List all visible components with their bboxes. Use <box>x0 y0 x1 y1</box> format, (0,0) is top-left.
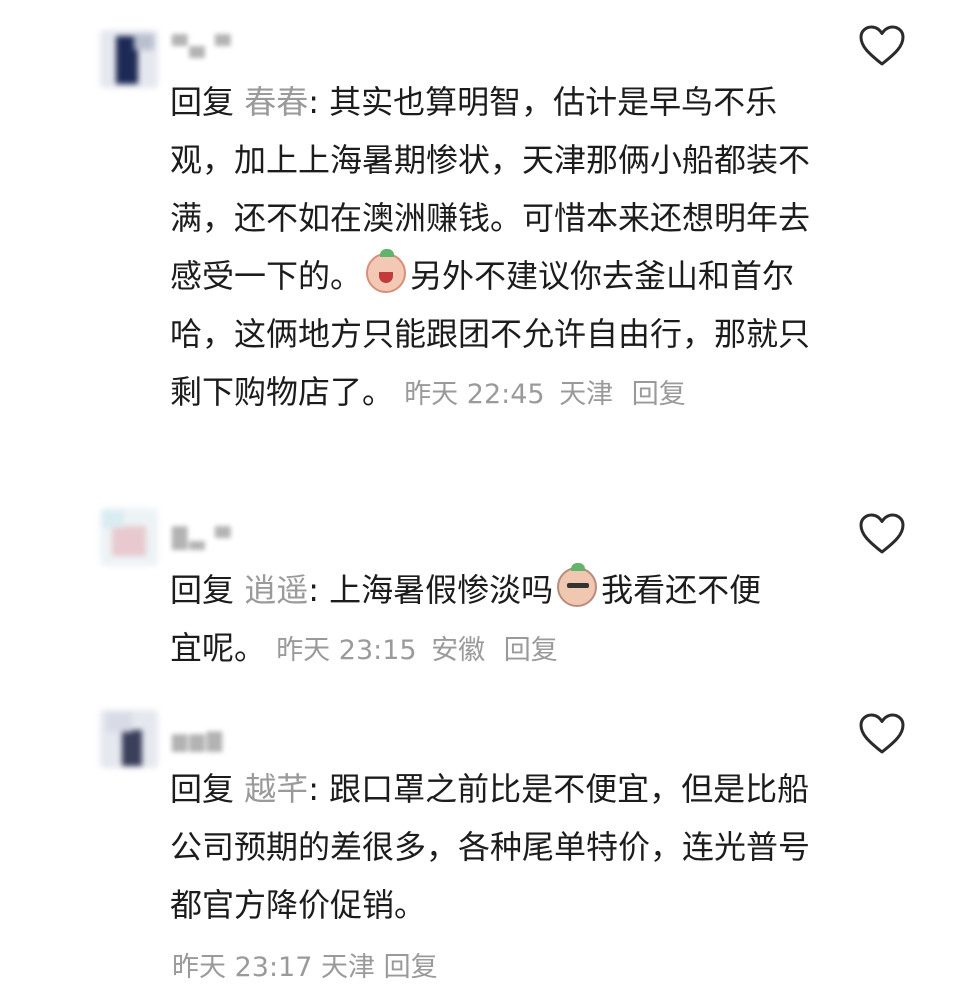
heart-icon[interactable] <box>858 512 906 556</box>
reply-prefix: 回复 <box>170 571 235 609</box>
comment-body: 回复 春春: 其实也算明智，估计是早鸟不乐观，加上上海暑期惨状，天津那俩小船都装… <box>170 73 820 424</box>
separator: : <box>308 571 319 609</box>
reply-target-name[interactable]: 春春 <box>244 83 308 121</box>
comment-body: 回复 逍遥: 上海暑假惨淡吗 我看还不便宜呢。 昨天 23:15 安徽 回复 <box>170 561 790 680</box>
comment-time: 昨天 22:45 <box>404 379 545 410</box>
avatar[interactable] <box>100 508 158 566</box>
comment-meta: 昨天 23:15 安徽 回复 <box>276 635 564 666</box>
comment-meta: 昨天 22:45 天津 回复 <box>404 379 692 410</box>
avatar[interactable] <box>100 30 158 88</box>
crying-face-emoji-icon <box>366 249 407 293</box>
username-blurred[interactable]: █▃ ▀ <box>172 526 233 550</box>
reply-prefix: 回复 <box>170 83 235 121</box>
reply-target-name[interactable]: 逍遥 <box>244 571 308 609</box>
comment-location: 天津 <box>321 952 375 983</box>
reply-target-name[interactable]: 越芊 <box>244 770 308 808</box>
separator: : <box>308 83 319 121</box>
comment-body: 回复 越芊: 跟口罩之前比是不便宜，但是比船公司预期的差很多，各种尾单特价，连光… <box>170 760 810 934</box>
comment-location: 安徽 <box>431 635 486 666</box>
avatar[interactable] <box>100 710 158 768</box>
reply-prefix: 回复 <box>170 770 235 808</box>
heart-icon[interactable] <box>858 712 906 756</box>
comment-time: 昨天 23:17 <box>172 952 313 983</box>
separator: : <box>308 770 319 808</box>
sunglasses-face-emoji-icon <box>557 563 598 607</box>
heart-icon[interactable] <box>858 24 906 68</box>
reply-button[interactable]: 回复 <box>632 379 686 410</box>
reply-button[interactable]: 回复 <box>384 952 438 983</box>
reply-button[interactable]: 回复 <box>504 635 558 666</box>
comment-time: 昨天 23:15 <box>276 635 417 666</box>
comment-text: 上海暑假惨淡吗 <box>318 571 554 609</box>
comment-meta: 昨天 23:17 天津 回复 <box>172 945 438 984</box>
username-blurred[interactable]: ▆▆▇ <box>172 728 224 752</box>
username-blurred[interactable]: ▀▄ ▀ <box>172 34 233 58</box>
comment-location: 天津 <box>559 379 614 410</box>
